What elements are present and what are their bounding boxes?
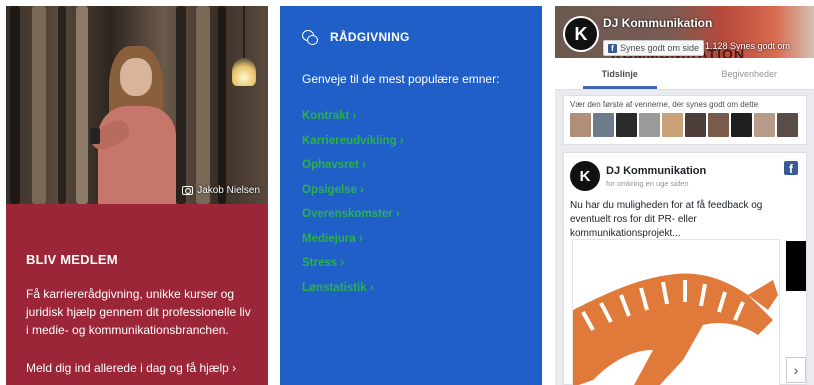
member-title: BLIV MEDLEM bbox=[26, 252, 118, 267]
facebook-cover: KOMMUNIKATION K DJ Kommunikation f Synes… bbox=[555, 6, 814, 62]
avatar[interactable] bbox=[593, 113, 614, 137]
lamp bbox=[232, 58, 256, 86]
friends-box: Vær den første af vennerne, der synes go… bbox=[563, 95, 807, 145]
facebook-widget: KOMMUNIKATION K DJ Kommunikation f Synes… bbox=[555, 6, 814, 385]
avatar[interactable] bbox=[731, 113, 752, 137]
like-page-button[interactable]: f Synes godt om side bbox=[603, 40, 705, 56]
topic-item: Stress › bbox=[302, 251, 542, 276]
topic-item: Lønstatistik › bbox=[302, 276, 542, 301]
topic-item: Overenskomster › bbox=[302, 202, 542, 227]
post-author-name[interactable]: DJ Kommunikation bbox=[606, 165, 706, 177]
photo-credit-name: Jakob Nielsen bbox=[197, 185, 260, 196]
tree-trunk bbox=[58, 6, 66, 204]
advice-panel: RÅDGIVNING Genveje til de mest populære … bbox=[280, 6, 542, 385]
avatar[interactable] bbox=[708, 113, 729, 137]
topic-link-ophavsret[interactable]: Ophavsret › bbox=[302, 159, 366, 171]
friend-avatars bbox=[570, 113, 800, 137]
tab-timeline[interactable]: Tidslinje bbox=[555, 58, 685, 89]
member-box: BLIV MEDLEM Få karriererådgivning, unikk… bbox=[6, 204, 268, 385]
avatar[interactable] bbox=[754, 113, 775, 137]
avatar[interactable] bbox=[570, 113, 591, 137]
facebook-logo-icon[interactable]: f bbox=[784, 161, 798, 176]
person-face bbox=[120, 58, 152, 96]
topic-item: Karriereudvikling › bbox=[302, 129, 542, 154]
member-panel: Jakob Nielsen BLIV MEDLEM Få karriereråd… bbox=[6, 6, 268, 385]
member-photo: Jakob Nielsen bbox=[6, 6, 268, 204]
next-arrow-icon[interactable]: › bbox=[786, 357, 806, 383]
chat-bubbles-icon bbox=[302, 30, 318, 45]
advice-subtitle: Genveje til de mest populære emner: bbox=[302, 72, 500, 86]
advice-title: RÅDGIVNING bbox=[330, 30, 410, 44]
post-timestamp[interactable]: for omkring en uge siden bbox=[606, 179, 706, 188]
avatar[interactable] bbox=[662, 113, 683, 137]
advice-header: RÅDGIVNING bbox=[302, 30, 542, 45]
topic-link-overenskomster[interactable]: Overenskomster › bbox=[302, 208, 400, 220]
person-sweater bbox=[98, 106, 176, 204]
page-logo[interactable]: K bbox=[563, 16, 599, 52]
topic-item: Mediejura › bbox=[302, 227, 542, 252]
page-name-link[interactable]: DJ Kommunikation bbox=[603, 16, 712, 30]
avatar[interactable] bbox=[777, 113, 798, 137]
post-header: K DJ Kommunikation for omkring en uge si… bbox=[570, 161, 706, 191]
tree-trunk bbox=[10, 6, 20, 204]
tree-trunk bbox=[32, 6, 46, 204]
tree-trunk bbox=[196, 6, 210, 204]
topic-item: Ophavsret › bbox=[302, 153, 542, 178]
post-text: Nu har du muligheden for at få feedback … bbox=[570, 200, 763, 239]
camera-icon bbox=[182, 186, 194, 195]
topic-link-opsigelse[interactable]: Opsigelse › bbox=[302, 184, 364, 196]
post-author-info: DJ Kommunikation for omkring en uge side… bbox=[606, 165, 706, 188]
avatar[interactable] bbox=[639, 113, 660, 137]
phone bbox=[90, 128, 100, 144]
topic-link-loenstatistik[interactable]: Lønstatistik › bbox=[302, 282, 374, 294]
topic-item: Opsigelse › bbox=[302, 178, 542, 203]
avatar[interactable] bbox=[616, 113, 637, 137]
tab-events[interactable]: Begivenheder bbox=[685, 58, 814, 89]
avatar[interactable] bbox=[685, 113, 706, 137]
member-text: Få karriererådgivning, unikke kurser og … bbox=[26, 287, 251, 337]
topic-link-mediejura[interactable]: Mediejura › bbox=[302, 233, 363, 245]
like-page-label: Synes godt om side bbox=[620, 43, 700, 53]
tree-trunk bbox=[76, 6, 88, 204]
tiger-illustration bbox=[573, 273, 778, 385]
topic-link-stress[interactable]: Stress › bbox=[302, 257, 344, 269]
post-image[interactable] bbox=[572, 239, 780, 385]
facebook-icon: f bbox=[608, 43, 617, 53]
topic-link-karriereudvikling[interactable]: Karriereudvikling › bbox=[302, 135, 404, 147]
tree-trunk bbox=[218, 6, 226, 204]
post-author-logo[interactable]: K bbox=[570, 161, 600, 191]
topic-list: Kontrakt › Karriereudvikling › Ophavsret… bbox=[302, 104, 542, 300]
topic-link-kontrakt[interactable]: Kontrakt › bbox=[302, 110, 356, 122]
lamp-cord bbox=[243, 6, 245, 60]
facebook-tabs: Tidslinje Begivenheder bbox=[555, 58, 814, 90]
photo-credit: Jakob Nielsen bbox=[182, 185, 260, 196]
likes-count: 1.128 Synes godt om bbox=[705, 41, 791, 51]
topic-item: Kontrakt › bbox=[302, 104, 542, 129]
tree-trunk bbox=[176, 6, 186, 204]
facebook-post: K DJ Kommunikation for omkring en uge si… bbox=[563, 152, 807, 385]
friends-text: Vær den første af vennerne, der synes go… bbox=[570, 100, 759, 109]
next-image-preview[interactable] bbox=[786, 241, 806, 291]
member-signup-link[interactable]: Meld dig ind allerede i dag og få hjælp … bbox=[26, 361, 236, 375]
